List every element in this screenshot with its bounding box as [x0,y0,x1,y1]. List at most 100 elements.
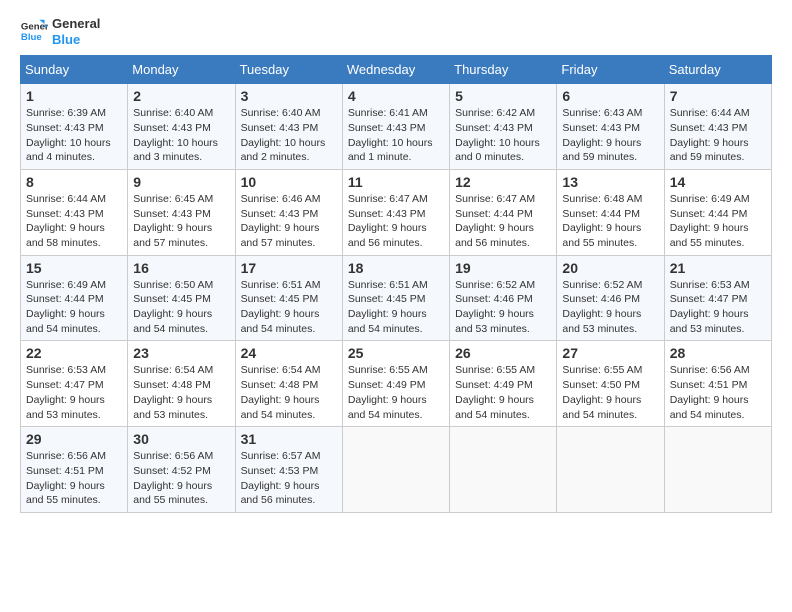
day-info: Sunrise: 6:47 AMSunset: 4:44 PMDaylight:… [455,192,551,251]
day-info: Sunrise: 6:55 AMSunset: 4:50 PMDaylight:… [562,363,658,422]
day-number: 21 [670,260,766,276]
day-info: Sunrise: 6:54 AMSunset: 4:48 PMDaylight:… [133,363,229,422]
calendar-cell: 11 Sunrise: 6:47 AMSunset: 4:43 PMDayligh… [342,169,449,255]
day-number: 12 [455,174,551,190]
day-info: Sunrise: 6:51 AMSunset: 4:45 PMDaylight:… [348,278,444,337]
logo-icon: General Blue [20,18,48,46]
calendar-cell [342,427,449,513]
calendar-week-row: 22 Sunrise: 6:53 AMSunset: 4:47 PMDayligh… [21,341,772,427]
logo-line1: General [52,16,100,32]
calendar-cell: 15 Sunrise: 6:49 AMSunset: 4:44 PMDayligh… [21,255,128,341]
calendar-cell: 13 Sunrise: 6:48 AMSunset: 4:44 PMDayligh… [557,169,664,255]
calendar-cell: 29Sunrise: 6:56 AMSunset: 4:51 PMDayligh… [21,427,128,513]
day-number: 18 [348,260,444,276]
day-info: Sunrise: 6:54 AMSunset: 4:48 PMDaylight:… [241,363,337,422]
day-number: 13 [562,174,658,190]
calendar-cell: 5 Sunrise: 6:42 AMSunset: 4:43 PMDaylight… [450,84,557,170]
day-info: Sunrise: 6:40 AMSunset: 4:43 PMDaylight:… [241,106,337,165]
day-info: Sunrise: 6:51 AMSunset: 4:45 PMDaylight:… [241,278,337,337]
weekday-header-tuesday: Tuesday [235,56,342,84]
day-info: Sunrise: 6:55 AMSunset: 4:49 PMDaylight:… [455,363,551,422]
calendar-cell [450,427,557,513]
day-info: Sunrise: 6:56 AMSunset: 4:52 PMDaylight:… [133,449,229,508]
day-info: Sunrise: 6:55 AMSunset: 4:49 PMDaylight:… [348,363,444,422]
calendar-cell: 4 Sunrise: 6:41 AMSunset: 4:43 PMDaylight… [342,84,449,170]
calendar-cell: 8 Sunrise: 6:44 AMSunset: 4:43 PMDaylight… [21,169,128,255]
day-number: 22 [26,345,122,361]
day-info: Sunrise: 6:49 AMSunset: 4:44 PMDaylight:… [26,278,122,337]
day-number: 10 [241,174,337,190]
day-number: 19 [455,260,551,276]
day-info: Sunrise: 6:52 AMSunset: 4:46 PMDaylight:… [562,278,658,337]
day-number: 16 [133,260,229,276]
day-number: 4 [348,88,444,104]
day-info: Sunrise: 6:49 AMSunset: 4:44 PMDaylight:… [670,192,766,251]
day-info: Sunrise: 6:52 AMSunset: 4:46 PMDaylight:… [455,278,551,337]
logo-line2: Blue [52,32,100,48]
calendar-cell: 16Sunrise: 6:50 AMSunset: 4:45 PMDayligh… [128,255,235,341]
calendar-cell: 19 Sunrise: 6:52 AMSunset: 4:46 PMDayligh… [450,255,557,341]
day-number: 5 [455,88,551,104]
calendar-cell: 20Sunrise: 6:52 AMSunset: 4:46 PMDayligh… [557,255,664,341]
calendar-cell: 21 Sunrise: 6:53 AMSunset: 4:47 PMDayligh… [664,255,771,341]
calendar-cell: 31Sunrise: 6:57 AMSunset: 4:53 PMDayligh… [235,427,342,513]
day-number: 14 [670,174,766,190]
weekday-header-saturday: Saturday [664,56,771,84]
calendar-cell: 23 Sunrise: 6:54 AMSunset: 4:48 PMDayligh… [128,341,235,427]
day-number: 15 [26,260,122,276]
calendar-cell: 22 Sunrise: 6:53 AMSunset: 4:47 PMDayligh… [21,341,128,427]
page-header: General Blue General Blue [20,16,772,47]
day-number: 25 [348,345,444,361]
day-number: 3 [241,88,337,104]
day-info: Sunrise: 6:57 AMSunset: 4:53 PMDaylight:… [241,449,337,508]
day-info: Sunrise: 6:53 AMSunset: 4:47 PMDaylight:… [26,363,122,422]
day-info: Sunrise: 6:40 AMSunset: 4:43 PMDaylight:… [133,106,229,165]
calendar-cell [664,427,771,513]
day-info: Sunrise: 6:48 AMSunset: 4:44 PMDaylight:… [562,192,658,251]
calendar-week-row: 29Sunrise: 6:56 AMSunset: 4:51 PMDayligh… [21,427,772,513]
day-info: Sunrise: 6:42 AMSunset: 4:43 PMDaylight:… [455,106,551,165]
day-number: 11 [348,174,444,190]
day-number: 6 [562,88,658,104]
day-number: 9 [133,174,229,190]
calendar-header-row: SundayMondayTuesdayWednesdayThursdayFrid… [21,56,772,84]
day-info: Sunrise: 6:56 AMSunset: 4:51 PMDaylight:… [26,449,122,508]
calendar-cell [557,427,664,513]
calendar-cell: 14 Sunrise: 6:49 AMSunset: 4:44 PMDayligh… [664,169,771,255]
calendar-table: SundayMondayTuesdayWednesdayThursdayFrid… [20,55,772,513]
calendar-cell: 28 Sunrise: 6:56 AMSunset: 4:51 PMDayligh… [664,341,771,427]
day-number: 28 [670,345,766,361]
weekday-header-friday: Friday [557,56,664,84]
calendar-cell: 9Sunrise: 6:45 AMSunset: 4:43 PMDaylight… [128,169,235,255]
weekday-header-wednesday: Wednesday [342,56,449,84]
day-info: Sunrise: 6:46 AMSunset: 4:43 PMDaylight:… [241,192,337,251]
weekday-header-sunday: Sunday [21,56,128,84]
day-number: 17 [241,260,337,276]
day-number: 23 [133,345,229,361]
day-number: 8 [26,174,122,190]
day-info: Sunrise: 6:39 AMSunset: 4:43 PMDaylight:… [26,106,122,165]
calendar-cell: 2 Sunrise: 6:40 AMSunset: 4:43 PMDaylight… [128,84,235,170]
day-info: Sunrise: 6:53 AMSunset: 4:47 PMDaylight:… [670,278,766,337]
weekday-header-thursday: Thursday [450,56,557,84]
calendar-cell: 30Sunrise: 6:56 AMSunset: 4:52 PMDayligh… [128,427,235,513]
calendar-cell: 6 Sunrise: 6:43 AMSunset: 4:43 PMDaylight… [557,84,664,170]
day-info: Sunrise: 6:41 AMSunset: 4:43 PMDaylight:… [348,106,444,165]
calendar-cell: 7Sunrise: 6:44 AMSunset: 4:43 PMDaylight… [664,84,771,170]
day-number: 2 [133,88,229,104]
weekday-header-monday: Monday [128,56,235,84]
day-number: 26 [455,345,551,361]
day-info: Sunrise: 6:47 AMSunset: 4:43 PMDaylight:… [348,192,444,251]
calendar-cell: 27Sunrise: 6:55 AMSunset: 4:50 PMDayligh… [557,341,664,427]
calendar-week-row: 8 Sunrise: 6:44 AMSunset: 4:43 PMDaylight… [21,169,772,255]
day-number: 7 [670,88,766,104]
day-info: Sunrise: 6:43 AMSunset: 4:43 PMDaylight:… [562,106,658,165]
calendar-cell: 18 Sunrise: 6:51 AMSunset: 4:45 PMDayligh… [342,255,449,341]
calendar-week-row: 15 Sunrise: 6:49 AMSunset: 4:44 PMDayligh… [21,255,772,341]
day-info: Sunrise: 6:44 AMSunset: 4:43 PMDaylight:… [26,192,122,251]
calendar-cell: 1Sunrise: 6:39 AMSunset: 4:43 PMDaylight… [21,84,128,170]
calendar-cell: 12 Sunrise: 6:47 AMSunset: 4:44 PMDayligh… [450,169,557,255]
calendar-week-row: 1Sunrise: 6:39 AMSunset: 4:43 PMDaylight… [21,84,772,170]
day-info: Sunrise: 6:56 AMSunset: 4:51 PMDaylight:… [670,363,766,422]
calendar-cell: 25 Sunrise: 6:55 AMSunset: 4:49 PMDayligh… [342,341,449,427]
